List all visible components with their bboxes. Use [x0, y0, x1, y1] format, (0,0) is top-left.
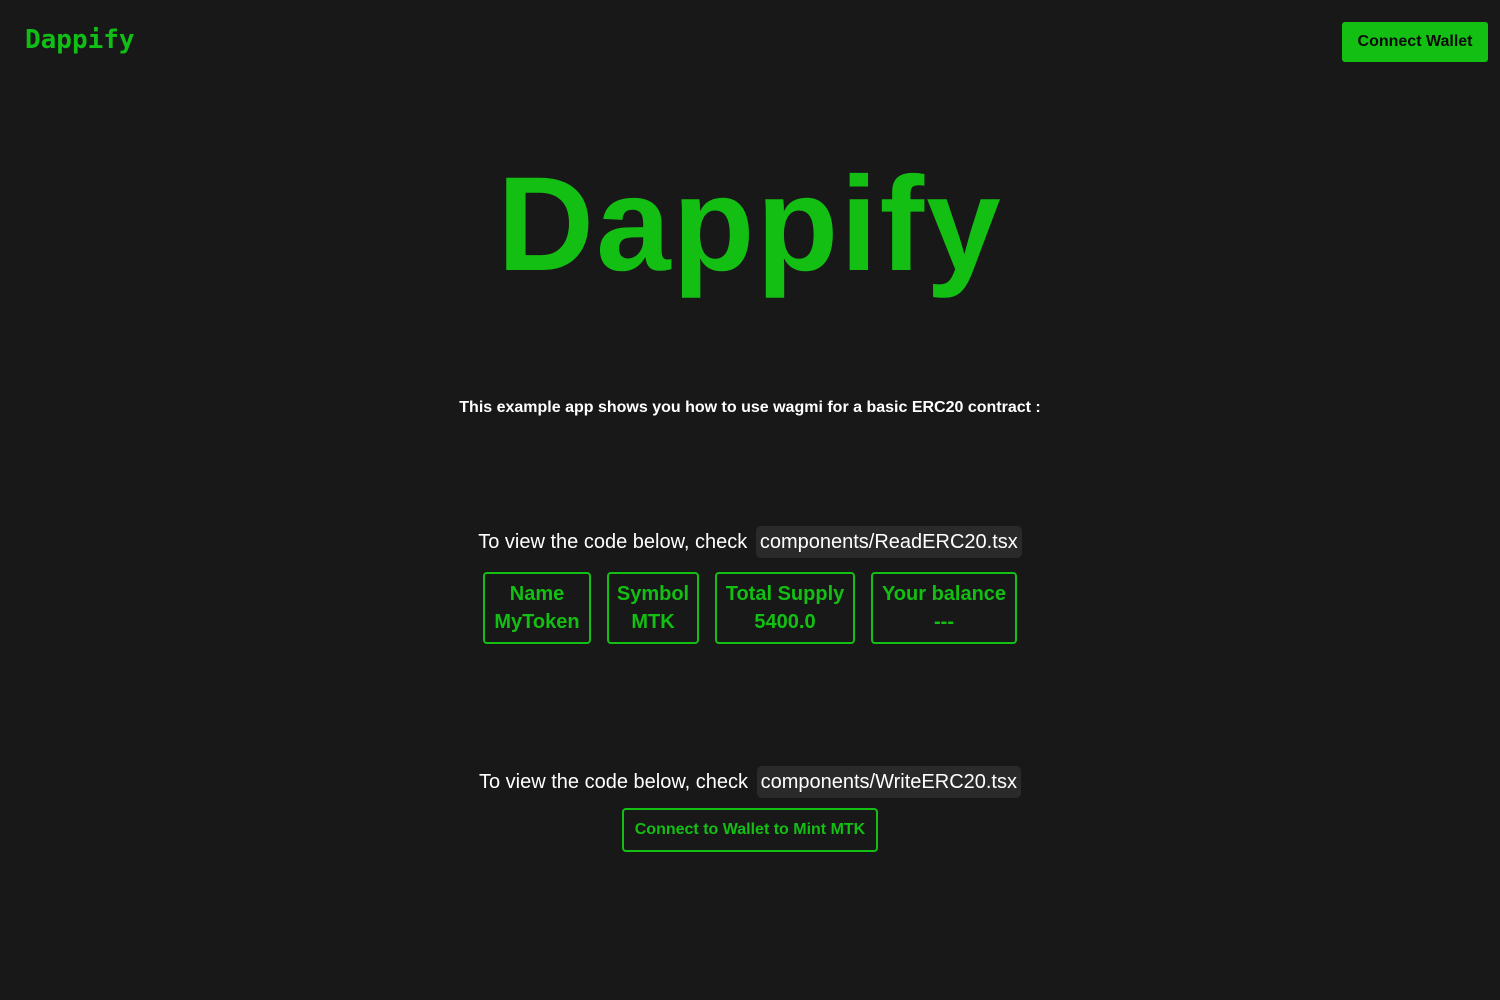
stat-label: Your balance: [881, 583, 1007, 605]
stat-label: Name: [509, 583, 565, 605]
write-code-hint: To view the code below, check components…: [0, 766, 1500, 798]
stat-value: 5400.0: [754, 611, 816, 633]
stat-value: MTK: [631, 611, 675, 633]
write-code-path: components/WriteERC20.tsx: [756, 766, 1021, 798]
connect-wallet-button[interactable]: Connect Wallet: [1342, 22, 1488, 62]
stat-label: Symbol: [616, 583, 690, 605]
mint-connect-button[interactable]: Connect to Wallet to Mint MTK: [622, 808, 878, 852]
stat-card-name: Name MyToken: [483, 572, 591, 644]
stat-card-your-balance: Your balance ---: [871, 572, 1017, 644]
logo[interactable]: Dappify: [25, 24, 135, 56]
stat-card-total-supply: Total Supply 5400.0: [715, 572, 855, 644]
stat-value: MyToken: [494, 611, 580, 633]
token-stats: Name MyToken Symbol MTK Total Supply 540…: [0, 572, 1500, 644]
top-nav: Dappify Connect Wallet: [0, 0, 1500, 84]
stat-value: ---: [934, 611, 954, 633]
read-code-path: components/ReadERC20.tsx: [755, 526, 1022, 558]
read-code-hint-prefix: To view the code below, check: [478, 531, 748, 553]
intro-text: This example app shows you how to use wa…: [459, 399, 1041, 416]
stat-label: Total Supply: [725, 583, 845, 605]
hero-title: Dappify: [497, 150, 1003, 299]
stat-card-symbol: Symbol MTK: [607, 572, 699, 644]
read-code-hint: To view the code below, check components…: [0, 526, 1500, 558]
write-code-hint-prefix: To view the code below, check: [478, 771, 749, 793]
